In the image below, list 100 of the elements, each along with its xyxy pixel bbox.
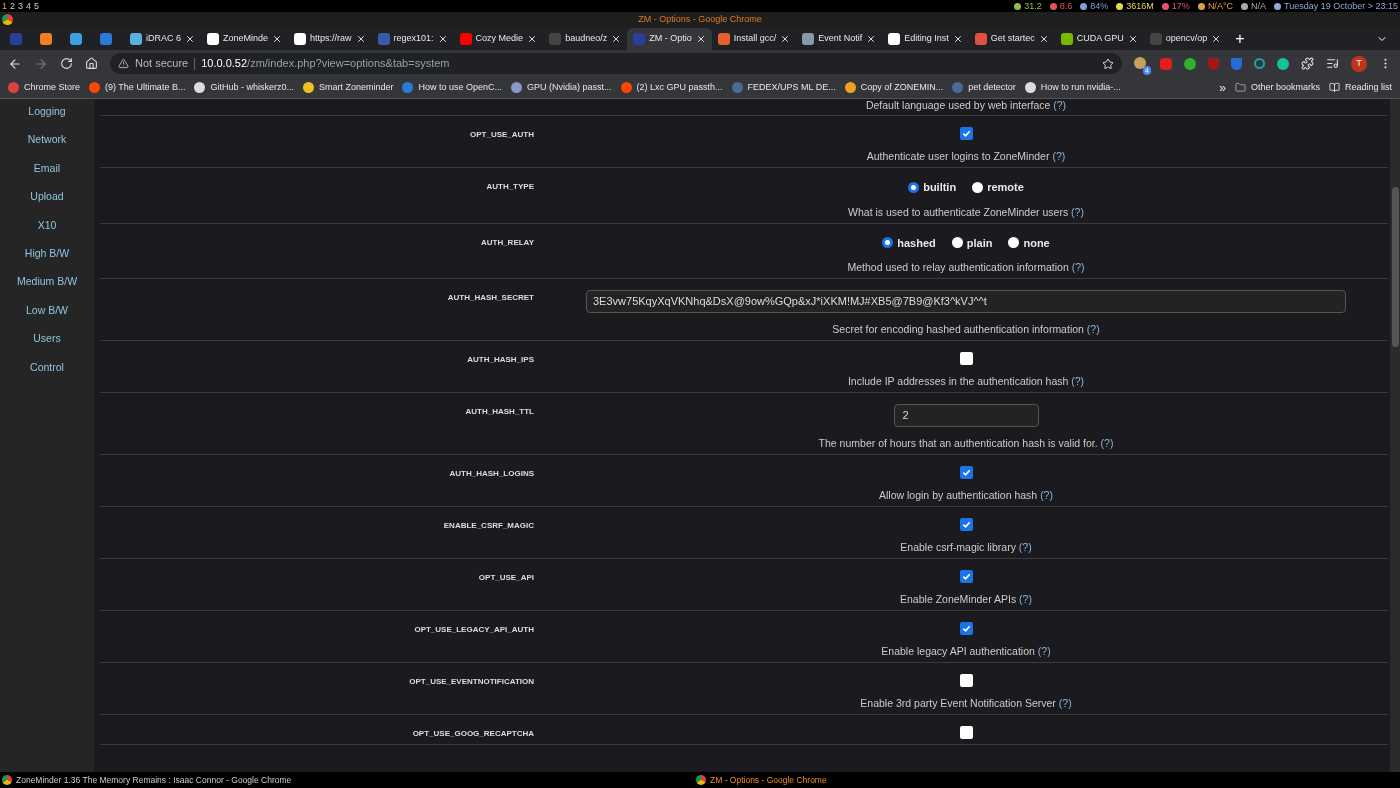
workspace-number[interactable]: 4: [26, 1, 32, 11]
radio-button[interactable]: [972, 181, 984, 193]
close-icon[interactable]: [437, 34, 448, 44]
help-link[interactable]: (?): [1071, 205, 1084, 218]
close-icon[interactable]: [866, 34, 877, 44]
other-bookmarks[interactable]: Other bookmarks: [1234, 80, 1320, 95]
bookmark[interactable]: GitHub - whiskerz0...: [194, 80, 294, 95]
sidebar-link[interactable]: Upload: [30, 187, 64, 206]
ring-icon[interactable]: [1254, 58, 1265, 69]
close-icon[interactable]: [611, 34, 622, 44]
sidebar-link[interactable]: Network: [27, 130, 67, 149]
bookmark[interactable]: GPU (Nvidia) passt...: [511, 80, 612, 95]
close-icon[interactable]: [780, 34, 791, 44]
bookmark[interactable]: How to run nvidia-...: [1024, 80, 1121, 95]
bookmark[interactable]: Smart Zoneminder: [302, 80, 394, 95]
browser-tab[interactable]: Event Notif: [796, 28, 883, 50]
browser-tab[interactable]: regex101:: [371, 28, 454, 50]
media-icon[interactable]: [1326, 57, 1339, 70]
radio-button[interactable]: [908, 181, 920, 193]
bookmark[interactable]: Chrome Store: [8, 80, 81, 95]
help-link[interactable]: (?): [1018, 541, 1032, 553]
browser-tab[interactable]: baudneo/z: [543, 28, 628, 50]
close-icon[interactable]: [695, 34, 706, 44]
extension-icon[interactable]: [1184, 57, 1196, 70]
help-link[interactable]: (?): [1086, 323, 1100, 335]
browser-tab[interactable]: https://raw: [288, 28, 372, 50]
help-link[interactable]: (?): [1058, 697, 1072, 709]
radio-button[interactable]: [1008, 237, 1020, 249]
sidebar-link[interactable]: X10: [37, 215, 57, 235]
workspace-number[interactable]: 1: [2, 1, 7, 11]
extension-icon[interactable]: [1160, 57, 1172, 70]
radio-button[interactable]: [882, 237, 894, 249]
close-icon[interactable]: [1211, 34, 1222, 44]
scrollbar[interactable]: [1390, 99, 1400, 772]
checkbox[interactable]: [959, 352, 973, 365]
sidebar-link[interactable]: Low B/W: [26, 300, 68, 320]
checkbox[interactable]: [959, 570, 973, 583]
workspace-number[interactable]: 3: [18, 1, 24, 11]
browser-tab[interactable]: ZM - Optio: [627, 28, 712, 50]
taskbar-window[interactable]: ZM - Options - Google Chrome: [710, 773, 827, 787]
checkbox[interactable]: [959, 726, 973, 739]
shield-icon[interactable]: [1231, 57, 1242, 70]
help-link[interactable]: (?): [1019, 593, 1032, 605]
sidebar-link[interactable]: Control: [30, 357, 64, 377]
bookmark[interactable]: How to use OpenC...: [402, 80, 502, 95]
puzzle-icon[interactable]: [1301, 57, 1314, 70]
extension-icon[interactable]: [1134, 56, 1146, 69]
browser-tab[interactable]: CUDA GPU: [1054, 28, 1144, 50]
browser-tab[interactable]: iDRAC 6: [124, 28, 201, 50]
close-icon[interactable]: [272, 34, 283, 44]
text-field[interactable]: 3E3vw75KqyXqVKNhq&DsX@9ow%GQp&xJ*iXKM!MJ#XB5@7B9@Kf3^kVJ^^t: [586, 290, 1346, 313]
close-icon[interactable]: [1038, 34, 1049, 44]
home-icon[interactable]: [85, 57, 98, 70]
number-field[interactable]: 2: [893, 404, 1039, 427]
sidebar-link[interactable]: High B/W: [24, 244, 70, 263]
bookmark[interactable]: (9) The Ultimate B...: [89, 80, 186, 95]
reading-list[interactable]: Reading list: [1328, 80, 1392, 95]
forward-icon[interactable]: [34, 56, 48, 71]
bookmark[interactable]: Copy of ZONEMIN...: [844, 80, 944, 95]
sidebar-link[interactable]: Logging: [28, 102, 66, 121]
help-link[interactable]: (?): [1037, 645, 1051, 657]
browser-tab[interactable]: opencv/op: [1143, 28, 1228, 50]
workspace-number[interactable]: 5: [34, 1, 40, 11]
help-link[interactable]: (?): [1100, 437, 1114, 449]
checkbox[interactable]: [959, 622, 973, 635]
help-link[interactable]: (?): [1040, 489, 1053, 501]
address-bar[interactable]: Not secure 10.0.0.52/zm/index.php?view=options&tab=system: [110, 53, 1122, 74]
close-icon[interactable]: [527, 34, 538, 44]
taskbar-window[interactable]: ZoneMinder 1.36 The Memory Remains : Isaac Connor - Google Chrome: [16, 773, 696, 787]
radio-button[interactable]: [951, 237, 963, 249]
new-tab-button[interactable]: +: [1227, 28, 1253, 50]
checkbox[interactable]: [959, 674, 973, 687]
sidebar-link[interactable]: Email: [33, 158, 61, 178]
close-icon[interactable]: [952, 34, 963, 44]
bookmark[interactable]: FEDEX/UPS ML DE...: [731, 80, 836, 95]
close-icon[interactable]: [355, 34, 366, 44]
sidebar-link[interactable]: Medium B/W: [16, 272, 78, 291]
profile-avatar[interactable]: T: [1351, 55, 1367, 72]
browser-tab[interactable]: Get startec: [968, 28, 1055, 50]
back-icon[interactable]: [8, 56, 22, 71]
help-link[interactable]: (?): [1053, 99, 1067, 111]
reload-icon[interactable]: [60, 57, 73, 70]
workspace-number[interactable]: 2: [10, 1, 16, 11]
checkbox[interactable]: [959, 518, 973, 531]
browser-tab[interactable]: Editing Inst: [882, 28, 969, 50]
more-bookmarks-button[interactable]: »: [1219, 78, 1226, 97]
browser-tab[interactable]: Install gcc/: [711, 28, 797, 50]
checkbox[interactable]: [959, 466, 973, 479]
help-link[interactable]: (?): [1071, 261, 1085, 273]
bookmark[interactable]: pet detector: [952, 80, 1016, 95]
help-link[interactable]: (?): [1052, 150, 1066, 162]
close-icon[interactable]: [185, 34, 195, 44]
browser-tab[interactable]: Cozy Medie: [453, 28, 544, 50]
help-link[interactable]: (?): [1071, 375, 1085, 387]
bookmark-star-icon[interactable]: [1102, 57, 1114, 70]
close-icon[interactable]: [1127, 34, 1138, 44]
sidebar-link[interactable]: Users: [33, 329, 61, 348]
browser-tab[interactable]: ZoneMinde: [201, 28, 289, 50]
extension-icon[interactable]: [1277, 57, 1289, 70]
checkbox[interactable]: [959, 127, 973, 140]
